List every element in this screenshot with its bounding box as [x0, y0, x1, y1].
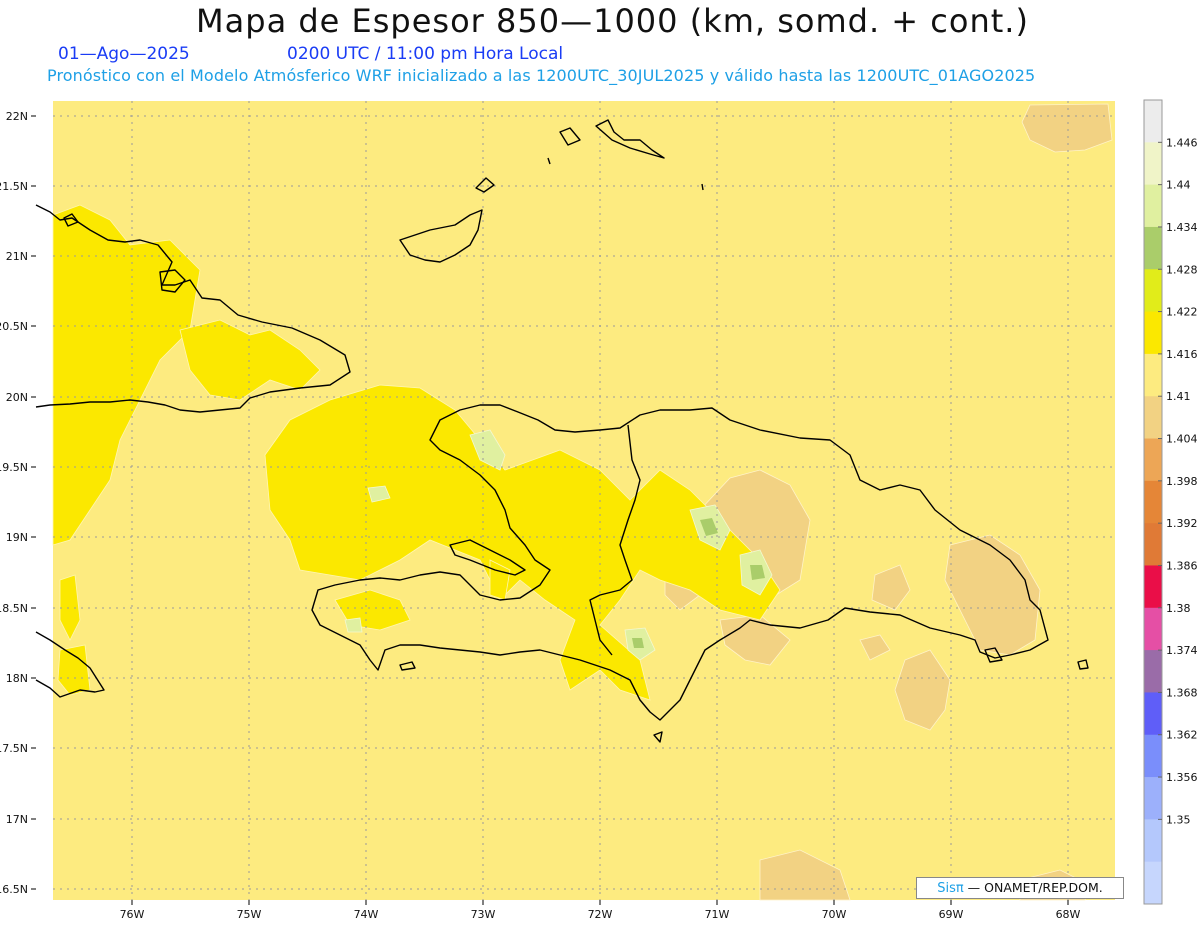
colorbar-label: 1.434: [1166, 221, 1198, 234]
colorbar-swatch: [1144, 692, 1162, 736]
thickness-map: 22N 21.5N 21N 20.5N 20N 19.5N 19N 18.5N 18N 17.5N…: [0, 99, 1198, 921]
colorbar-swatch: [1144, 438, 1162, 482]
colorbar-swatch: [1144, 184, 1162, 228]
lat-label: 21.5N: [0, 180, 28, 193]
map-plot-area: [35, 101, 1115, 901]
colorbar-swatch: [1144, 861, 1162, 905]
colorbar-swatch: [1144, 311, 1162, 355]
colorbar-swatch: [1144, 396, 1162, 440]
lat-label: 19N: [6, 531, 28, 544]
colorbar-label: 1.356: [1166, 771, 1198, 784]
lat-label: 18N: [6, 672, 28, 685]
colorbar-swatch: [1144, 100, 1162, 143]
colorbar-label: 1.416: [1166, 348, 1198, 361]
lat-label: 17N: [6, 813, 28, 826]
colorbar-label: 1.422: [1166, 306, 1198, 319]
colorbar-swatch: [1144, 777, 1162, 820]
lon-label: 74W: [354, 908, 379, 921]
colorbar-label: 1.368: [1166, 686, 1198, 699]
colorbar-swatch: [1144, 142, 1162, 186]
lon-label: 76W: [120, 908, 145, 921]
colorbar-swatch: [1144, 226, 1162, 270]
colorbar-label: 1.404: [1166, 433, 1198, 446]
colorbar-swatch: [1144, 819, 1162, 863]
colorbar-label: 1.446: [1166, 136, 1198, 149]
lon-label: 70W: [822, 908, 847, 921]
colorbar-swatch: [1144, 565, 1162, 609]
colorbar-swatch: [1144, 607, 1162, 651]
credit-org: — ONAMET/REP.DOM.: [967, 880, 1103, 895]
colorbar-label: 1.392: [1166, 517, 1198, 530]
lat-label: 16.5N: [0, 883, 28, 896]
credit-box: Sisπ — ONAMET/REP.DOM.: [916, 877, 1124, 899]
lat-label: 20N: [6, 391, 28, 404]
colorbar: 1.446 1.44 1.434 1.428 1.422 1.416 1.41 1.404 1.…: [1143, 99, 1198, 905]
lat-label: 19.5N: [0, 461, 28, 474]
longitude-axis: 76W 75W 74W 73W 72W 71W 70W 69W 68W: [120, 900, 1081, 921]
latitude-axis: 22N 21.5N 21N 20.5N 20N 19.5N 19N 18.5N 18N 17.5N…: [0, 110, 36, 896]
lat-label: 21N: [6, 250, 28, 263]
lon-label: 68W: [1056, 908, 1081, 921]
colorbar-swatch: [1144, 269, 1162, 313]
colorbar-label: 1.398: [1166, 475, 1198, 488]
sis-logo: Sisπ: [937, 881, 964, 896]
lat-label: 17.5N: [0, 742, 28, 755]
colorbar-swatch: [1144, 734, 1162, 778]
colorbar-label: 1.386: [1166, 559, 1198, 572]
lat-label: 18.5N: [0, 602, 28, 615]
colorbar-label: 1.35: [1166, 813, 1191, 826]
colorbar-swatch: [1144, 523, 1162, 566]
colorbar-label: 1.428: [1166, 263, 1198, 276]
colorbar-label: 1.44: [1166, 179, 1191, 192]
lat-label: 22N: [6, 110, 28, 123]
colorbar-swatch: [1144, 650, 1162, 693]
lat-label: 20.5N: [0, 320, 28, 333]
lon-label: 75W: [237, 908, 262, 921]
colorbar-swatch: [1144, 353, 1162, 397]
colorbar-label: 1.374: [1166, 644, 1198, 657]
colorbar-label: 1.41: [1166, 390, 1191, 403]
colorbar-swatch: [1144, 480, 1162, 524]
colorbar-label: 1.38: [1166, 602, 1191, 615]
lon-label: 71W: [705, 908, 730, 921]
lon-label: 73W: [471, 908, 496, 921]
lon-label: 72W: [588, 908, 613, 921]
lon-label: 69W: [939, 908, 964, 921]
colorbar-label: 1.362: [1166, 729, 1198, 742]
